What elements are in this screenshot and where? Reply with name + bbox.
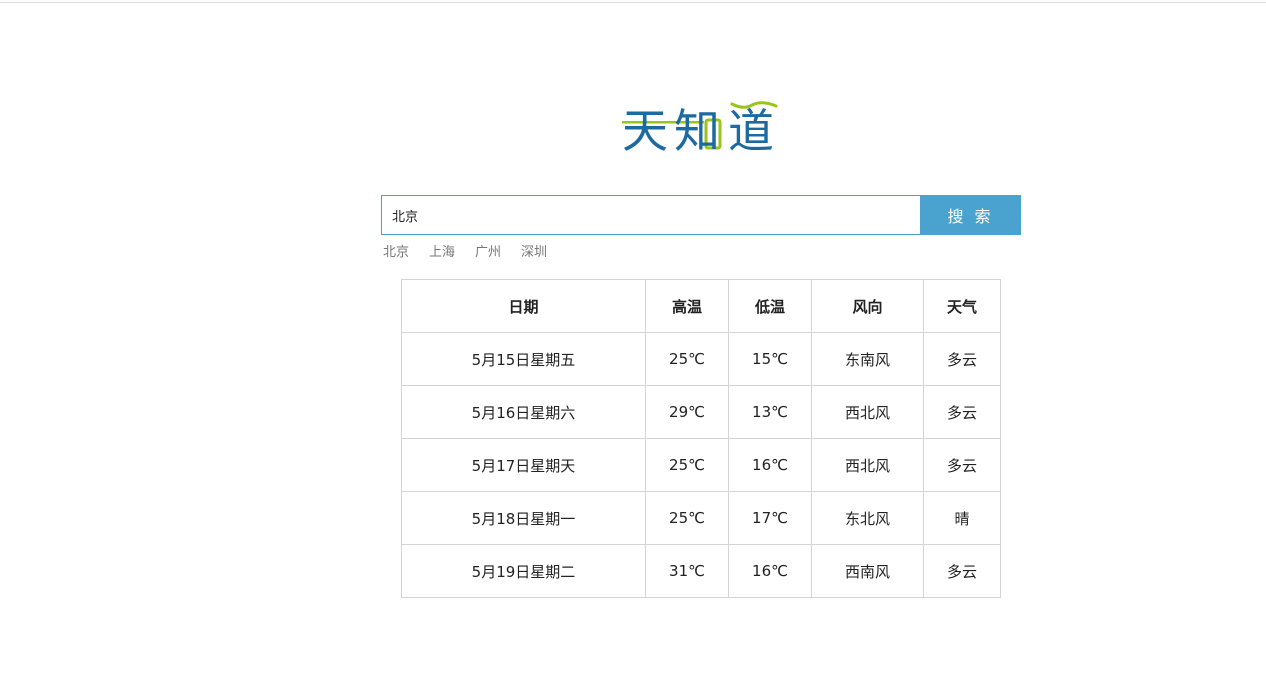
cell-wind-direction: 东南风 [811,332,924,386]
table-row: 5月18日星期一 25℃ 17℃ 东北风 晴 [401,491,1001,545]
search-button[interactable]: 搜 索 [920,195,1021,235]
header-wind-direction: 风向 [811,279,924,333]
cell-high-temp: 29℃ [645,385,729,439]
cell-date: 5月16日星期六 [401,385,646,439]
cell-weather: 多云 [923,332,1001,386]
cell-date: 5月15日星期五 [401,332,646,386]
table-row: 5月19日星期二 31℃ 16℃ 西南风 多云 [401,544,1001,598]
city-link-beijing[interactable]: 北京 [383,241,409,260]
search-bar: 搜 索 [381,195,1021,235]
cell-weather: 多云 [923,438,1001,492]
table-row: 5月15日星期五 25℃ 15℃ 东南风 多云 [401,332,1001,386]
cell-high-temp: 25℃ [645,491,729,545]
logo-char-1: 天 [622,104,668,154]
cell-high-temp: 25℃ [645,332,729,386]
logo-char-3: 道 [728,104,774,154]
cell-low-temp: 16℃ [728,544,812,598]
header-weather: 天气 [923,279,1001,333]
city-link-guangzhou[interactable]: 广州 [475,241,501,260]
city-link-shenzhen[interactable]: 深圳 [521,241,547,260]
cell-date: 5月17日星期天 [401,438,646,492]
cell-weather: 多云 [923,385,1001,439]
table-row: 5月16日星期六 29℃ 13℃ 西北风 多云 [401,385,1001,439]
hot-city-links: 北京 上海 广州 深圳 [383,241,547,260]
cell-date: 5月19日星期二 [401,544,646,598]
cell-weather: 多云 [923,544,1001,598]
weather-forecast-table: 日期 高温 低温 风向 天气 5月15日星期五 25℃ 15℃ 东南风 多云 5… [401,279,1001,598]
cell-wind-direction: 西北风 [811,385,924,439]
header-high-temp: 高温 [645,279,729,333]
top-divider [0,2,1266,3]
logo: 天 知 道 [620,98,782,154]
cell-wind-direction: 东北风 [811,491,924,545]
cell-low-temp: 16℃ [728,438,812,492]
table-header-row: 日期 高温 低温 风向 天气 [401,279,1001,333]
table-row: 5月17日星期天 25℃ 16℃ 西北风 多云 [401,438,1001,492]
search-input[interactable] [381,195,920,235]
header-low-temp: 低温 [728,279,812,333]
cell-date: 5月18日星期一 [401,491,646,545]
cell-weather: 晴 [923,491,1001,545]
cell-low-temp: 13℃ [728,385,812,439]
cell-low-temp: 17℃ [728,491,812,545]
cell-high-temp: 25℃ [645,438,729,492]
cell-high-temp: 31℃ [645,544,729,598]
logo-graphic: 天 知 道 [622,101,778,154]
cell-wind-direction: 西北风 [811,438,924,492]
header-date: 日期 [401,279,646,333]
logo-char-2: 知 [674,104,720,154]
city-link-shanghai[interactable]: 上海 [429,241,455,260]
cell-low-temp: 15℃ [728,332,812,386]
cell-wind-direction: 西南风 [811,544,924,598]
